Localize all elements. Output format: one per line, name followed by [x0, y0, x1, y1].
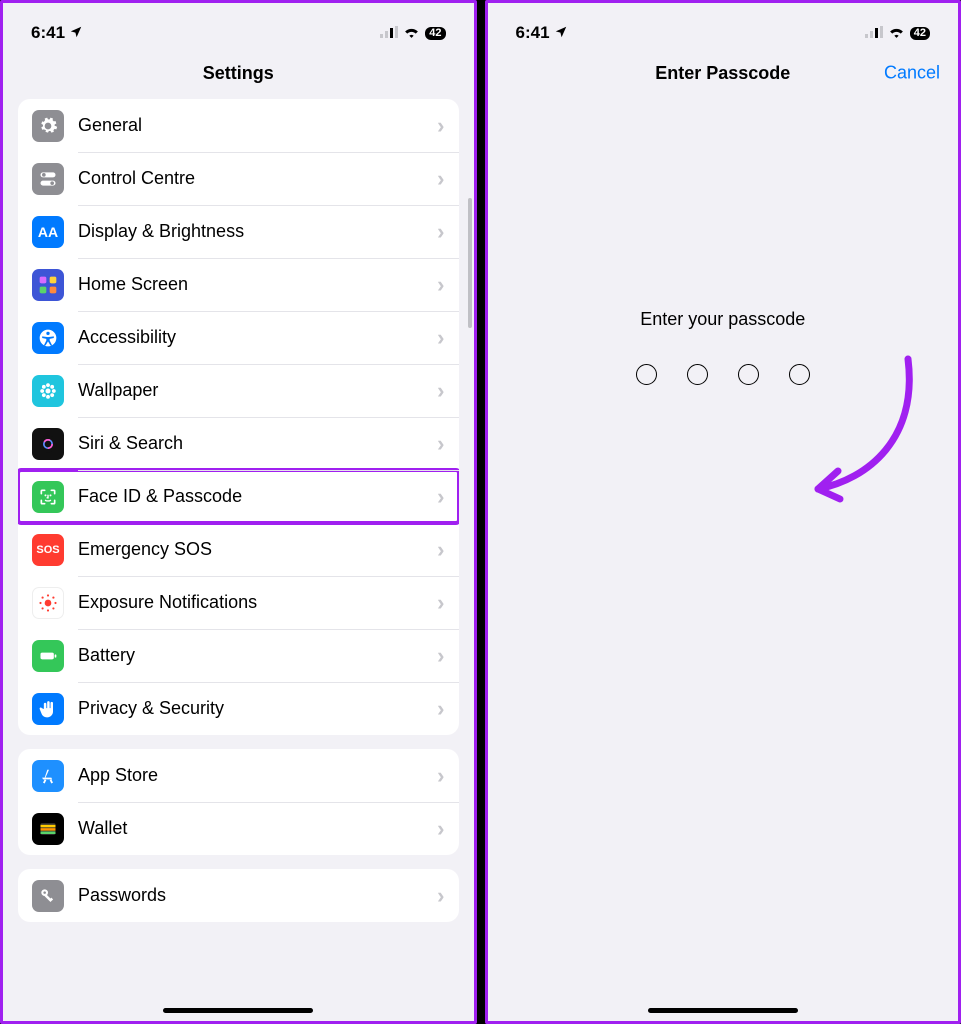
chevron-right-icon: ›	[437, 484, 444, 510]
location-icon	[69, 25, 83, 42]
settings-row-appstore[interactable]: App Store›	[18, 749, 459, 802]
passcode-dot	[738, 364, 759, 385]
status-time: 6:41	[516, 23, 550, 43]
grid-icon	[32, 269, 64, 301]
settings-row-label: Accessibility	[78, 327, 437, 348]
chevron-right-icon: ›	[437, 537, 444, 563]
status-bar: 6:41 42	[3, 3, 474, 47]
settings-row-label: Home Screen	[78, 274, 437, 295]
settings-row-label: Face ID & Passcode	[78, 486, 437, 507]
chevron-right-icon: ›	[437, 166, 444, 192]
exposure-icon	[32, 587, 64, 619]
status-bar: 6:41 42	[488, 3, 959, 47]
faceid-icon	[32, 481, 64, 513]
battery-icon: 42	[425, 27, 445, 40]
cellular-icon	[865, 23, 883, 43]
scrollbar[interactable]	[468, 198, 472, 328]
settings-row-label: Emergency SOS	[78, 539, 437, 560]
settings-row-exposure[interactable]: Exposure Notifications›	[18, 576, 459, 629]
settings-screen: 6:41 42	[0, 0, 477, 1024]
passcode-dot	[636, 364, 657, 385]
location-icon	[554, 25, 568, 42]
settings-row-passwords[interactable]: Passwords›	[18, 869, 459, 922]
sos-icon: SOS	[32, 534, 64, 566]
cellular-icon	[380, 23, 398, 43]
settings-row-label: Wallet	[78, 818, 437, 839]
settings-row-siri[interactable]: Siri & Search›	[18, 417, 459, 470]
battery-icon	[32, 640, 64, 672]
chevron-right-icon: ›	[437, 113, 444, 139]
settings-group: General›Control Centre›AADisplay & Brigh…	[18, 99, 459, 735]
settings-group: App Store›Wallet›	[18, 749, 459, 855]
status-time: 6:41	[31, 23, 65, 43]
settings-row-control-centre[interactable]: Control Centre›	[18, 152, 459, 205]
key-icon	[32, 880, 64, 912]
cancel-button[interactable]: Cancel	[884, 63, 940, 84]
settings-row-wallpaper[interactable]: Wallpaper›	[18, 364, 459, 417]
chevron-right-icon: ›	[437, 816, 444, 842]
chevron-right-icon: ›	[437, 378, 444, 404]
passcode-dot	[789, 364, 810, 385]
settings-row-battery[interactable]: Battery›	[18, 629, 459, 682]
settings-row-label: Exposure Notifications	[78, 592, 437, 613]
settings-row-label: Wallpaper	[78, 380, 437, 401]
settings-row-label: Privacy & Security	[78, 698, 437, 719]
settings-row-home-screen[interactable]: Home Screen›	[18, 258, 459, 311]
settings-scroll[interactable]: General›Control Centre›AADisplay & Brigh…	[3, 99, 474, 1021]
chevron-right-icon: ›	[437, 325, 444, 351]
settings-row-label: Passwords	[78, 885, 437, 906]
settings-row-display[interactable]: AA Display & Brightness›	[18, 205, 459, 258]
home-indicator[interactable]	[163, 1008, 313, 1013]
wallet-icon	[32, 813, 64, 845]
settings-row-label: Display & Brightness	[78, 221, 437, 242]
passcode-dots[interactable]	[636, 364, 810, 385]
battery-icon: 42	[910, 27, 930, 40]
access-icon	[32, 322, 64, 354]
wifi-icon	[888, 23, 905, 43]
home-indicator[interactable]	[648, 1008, 798, 1013]
settings-row-sos[interactable]: SOS Emergency SOS›	[18, 523, 459, 576]
settings-row-privacy[interactable]: Privacy & Security›	[18, 682, 459, 735]
chevron-right-icon: ›	[437, 763, 444, 789]
chevron-right-icon: ›	[437, 219, 444, 245]
siri-icon	[32, 428, 64, 460]
settings-row-accessibility[interactable]: Accessibility›	[18, 311, 459, 364]
passcode-prompt: Enter your passcode	[640, 309, 805, 330]
chevron-right-icon: ›	[437, 696, 444, 722]
settings-row-faceid[interactable]: Face ID & Passcode›	[18, 470, 459, 523]
settings-row-wallet[interactable]: Wallet›	[18, 802, 459, 855]
chevron-right-icon: ›	[437, 883, 444, 909]
passcode-body: Enter your passcode	[488, 99, 959, 1021]
chevron-right-icon: ›	[437, 643, 444, 669]
gear-icon	[32, 110, 64, 142]
chevron-right-icon: ›	[437, 590, 444, 616]
settings-row-label: Control Centre	[78, 168, 437, 189]
switches-icon	[32, 163, 64, 195]
nav-header: Enter Passcode Cancel	[488, 47, 959, 99]
settings-group: Passwords›	[18, 869, 459, 922]
flower-icon	[32, 375, 64, 407]
hand-icon	[32, 693, 64, 725]
settings-row-label: Battery	[78, 645, 437, 666]
aa-icon: AA	[32, 216, 64, 248]
wifi-icon	[403, 23, 420, 43]
page-title: Enter Passcode	[655, 63, 790, 84]
chevron-right-icon: ›	[437, 431, 444, 457]
settings-row-label: General	[78, 115, 437, 136]
passcode-screen: 6:41 42	[485, 0, 961, 1024]
page-title: Settings	[203, 63, 274, 84]
appstore-icon	[32, 760, 64, 792]
passcode-dot	[687, 364, 708, 385]
chevron-right-icon: ›	[437, 272, 444, 298]
nav-header: Settings	[3, 47, 474, 99]
settings-row-label: Siri & Search	[78, 433, 437, 454]
settings-row-general[interactable]: General›	[18, 99, 459, 152]
settings-row-label: App Store	[78, 765, 437, 786]
